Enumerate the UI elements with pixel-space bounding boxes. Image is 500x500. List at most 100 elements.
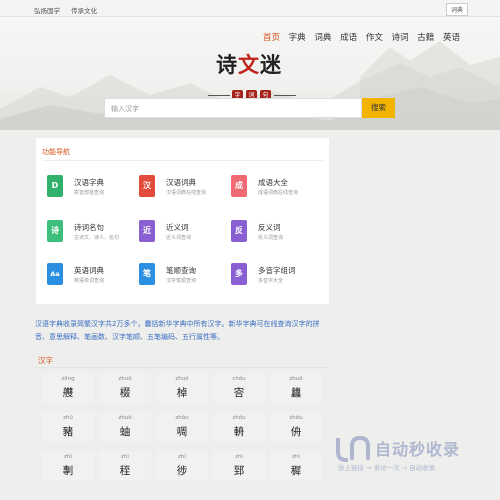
function-nav-card: 功能导航 D 汉语字典 拼音部首查询 汉 汉语词典 汉语词典在线查询 成 成语大… [35,137,330,305]
feature-name: 多音字组词 [258,266,296,275]
nav-item-zuowen[interactable]: 作文 [366,33,383,43]
char-pinyin: chǒu [232,376,246,382]
nav-item-guji[interactable]: 古籍 [417,33,434,43]
feature-polyphone[interactable]: 多 多音字组词 多音字大全 [231,263,321,293]
nav-item-zidian[interactable]: 字典 [289,33,306,43]
char-cell[interactable]: zhū 豬 [42,412,94,442]
watermark-logo-icon [336,435,370,462]
char-cell[interactable]: zhuō 棳 [99,373,151,403]
feature-english-dict[interactable]: Aa 英语词典 英语单词查询 [47,263,137,293]
divider [35,367,330,368]
idiom-icon: 成 [231,175,247,197]
nav-item-home[interactable]: 首页 [263,33,280,43]
function-nav-title: 功能导航 [42,148,70,156]
watermark: 自动秒收录 放上链接 → 来访一次 → 自动收录 [330,432,480,477]
intro-text[interactable]: 汉语字典收录简繁汉字共2万多个，囊括新华字典中所有汉字。新华字典可在线查询汉字的… [35,318,330,344]
char-pinyin: zhì [235,454,243,460]
char-pinyin: zhōu [175,415,189,421]
feature-name: 汉语字典 [74,178,104,187]
top-link-guoxue[interactable]: 弘扬国学 [34,7,60,15]
char-hanzi: 穉 [290,465,302,477]
char-hanzi: 豬 [62,426,74,438]
char-pinyin: zhuō [175,376,189,382]
char-hanzi: 棳 [119,387,131,399]
char-cell[interactable]: zhōu 啁 [156,412,208,442]
char-hanzi: 剸 [62,465,74,477]
feature-name: 成语大全 [258,178,288,187]
char-hanzi: 蚰 [119,426,131,438]
chinese-char-icon: 汉 [139,175,155,197]
feature-name: 近义词 [166,223,189,232]
main-nav: 首页 字典 词典 成语 作文 诗词 古籍 英语 [257,31,460,43]
feature-name: 反义词 [258,223,281,232]
top-link-wenhua[interactable]: 传承文化 [71,7,97,15]
watermark-subtitle: 放上链接 → 来访一次 → 自动收录 [338,464,436,472]
char-cell[interactable]: zhōu 侜 [270,412,322,442]
dictionary-d-icon: D [47,175,63,197]
nav-item-chengyu[interactable]: 成语 [340,33,357,43]
char-cell[interactable]: zhì 徏 [156,451,208,481]
char-pinyin: zhuō [289,376,303,382]
char-pinyin: zōng [61,376,75,382]
char-cell[interactable]: zōng 艭 [42,373,94,403]
chars-section-title: 汉字 [38,356,53,365]
feature-hanyu-cidian[interactable]: 汉 汉语词典 汉语词典在线查询 [139,175,229,205]
feature-desc: 古诗文、诗人、名句 [74,235,120,241]
top-right-button[interactable]: 词典 [445,3,468,16]
feature-name: 英语词典 [74,266,104,275]
char-pinyin: zhì [64,454,72,460]
feature-synonym[interactable]: 近 近义词 近义词查询 [139,220,229,250]
feature-shici[interactable]: 诗 诗词名句 古诗文、诗人、名句 [47,220,137,250]
char-hanzi: 徏 [176,465,188,477]
feature-desc: 汉字笔顺查询 [166,278,197,284]
feature-name: 笔顺查询 [166,266,196,275]
nav-item-yingyu[interactable]: 英语 [443,33,460,43]
char-hanzi: 艭 [62,387,74,399]
char-cell[interactable]: zhì 郅 [213,451,265,481]
char-cell[interactable]: zhì 剸 [42,451,94,481]
char-hanzi: 啁 [176,426,188,438]
char-pinyin: zhōu [289,415,303,421]
poetry-icon: 诗 [47,220,63,242]
char-pinyin: zhuō [118,415,132,421]
char-hanzi: 蠿 [290,387,302,399]
char-cell[interactable]: zhuō 棹 [156,373,208,403]
char-hanzi: 郅 [233,465,245,477]
char-cell[interactable]: zhōu 輈 [213,412,265,442]
char-hanzi: 侜 [290,426,302,438]
char-pinyin: zhì [292,454,300,460]
char-pinyin: zhuō [118,376,132,382]
feature-name: 汉语词典 [166,178,196,187]
search-button[interactable]: 搜索 [362,98,395,118]
char-cell[interactable]: zhì 穉 [270,451,322,481]
char-cell[interactable]: zhuō 蠿 [270,373,322,403]
nav-item-cidian[interactable]: 词典 [314,33,331,43]
char-hanzi: 秷 [119,465,131,477]
logo-text: 诗文迷 [216,52,282,77]
feature-chengyu[interactable]: 成 成语大全 成语词典在线查询 [231,175,321,205]
char-cell[interactable]: chǒu 㝓 [213,373,265,403]
feature-desc: 拼音部首查询 [74,190,105,196]
top-links: 弘扬国学 传承文化 [34,5,106,15]
feature-antonym[interactable]: 反 反义词 反义词查询 [231,220,321,250]
char-pinyin: zhōu [232,415,246,421]
nav-item-shici[interactable]: 诗词 [392,33,409,43]
site-logo[interactable]: 诗文迷 字 词 句 [208,41,296,101]
feature-name: 诗词名句 [74,223,104,232]
char-cell[interactable]: zhuō 蚰 [99,412,151,442]
feature-desc: 成语词典在线查询 [258,190,299,196]
char-cell[interactable]: zhì 秷 [99,451,151,481]
char-pinyin: zhū [63,415,73,421]
char-pinyin: zhì [178,454,186,460]
char-pinyin: zhì [121,454,129,460]
feature-desc: 英语单词查询 [74,278,105,284]
char-hanzi: 輈 [233,426,245,438]
stroke-order-icon: 笔 [139,263,155,285]
top-bar: 弘扬国学 传承文化 词典 [0,0,500,17]
feature-hanyu-zidian[interactable]: D 汉语字典 拼音部首查询 [47,175,137,205]
divider [42,160,323,161]
feature-stroke-order[interactable]: 笔 笔顺查询 汉字笔顺查询 [139,263,229,293]
synonym-icon: 近 [139,220,155,242]
search-input[interactable]: 输入汉字 [104,98,362,118]
feature-desc: 多音字大全 [258,278,284,284]
